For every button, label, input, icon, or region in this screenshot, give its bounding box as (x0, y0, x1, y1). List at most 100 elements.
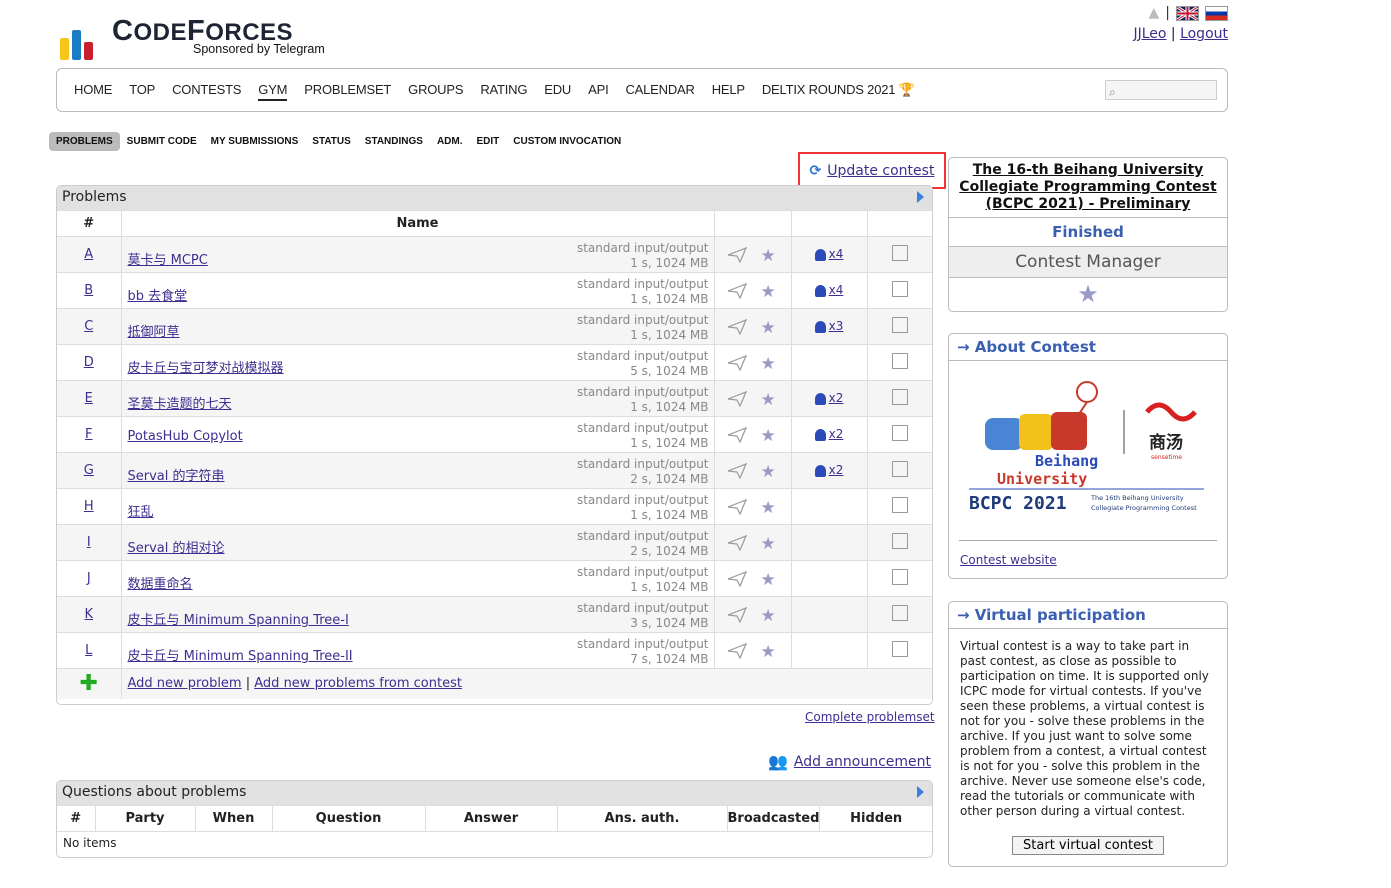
solved-count-link[interactable]: x2 (829, 427, 844, 441)
problem-id-link[interactable]: C (84, 319, 93, 334)
favorite-star-icon[interactable]: ★ (761, 426, 776, 446)
problem-id-link[interactable]: K (84, 607, 93, 622)
search-input[interactable]: ⌕ (1105, 80, 1217, 100)
problem-id-link[interactable]: H (84, 499, 94, 514)
update-contest-button[interactable]: ⟳ Update contest (798, 152, 946, 189)
problem-name-link[interactable]: 圣莫卡造题的七天 (128, 393, 232, 412)
problem-name-link[interactable]: 莫卡与 MCPC (128, 249, 208, 268)
send-icon[interactable] (727, 499, 747, 515)
menu-groups[interactable]: GROUPS (408, 82, 463, 101)
send-icon[interactable] (727, 283, 747, 299)
favorite-star-icon[interactable]: ★ (761, 318, 776, 338)
problem-name-link[interactable]: 皮卡丘与 Minimum Spanning Tree-I (128, 609, 349, 628)
problem-id-link[interactable]: B (84, 283, 93, 298)
send-icon[interactable] (727, 355, 747, 371)
favorite-star-icon[interactable]: ★ (761, 282, 776, 302)
solved-count-link[interactable]: x3 (829, 319, 844, 333)
favorite-star-icon[interactable]: ★ (761, 498, 776, 518)
edit-icon[interactable] (891, 280, 908, 297)
problem-id-link[interactable]: J (87, 571, 91, 586)
send-icon[interactable] (727, 247, 747, 263)
send-icon[interactable] (727, 391, 747, 407)
favorite-star-icon[interactable]: ★ (761, 462, 776, 482)
solved-count-link[interactable]: x2 (829, 391, 844, 405)
russian-flag-icon[interactable] (1205, 5, 1228, 21)
submenu-standings[interactable]: STANDINGS (358, 132, 430, 151)
english-flag-icon[interactable] (1176, 5, 1199, 21)
menu-home[interactable]: HOME (74, 82, 112, 101)
problem-name-link[interactable]: Serval 的字符串 (128, 465, 225, 484)
edit-icon[interactable] (891, 568, 908, 585)
problem-name-link[interactable]: 皮卡丘与宝可梦对战模拟器 (128, 357, 284, 376)
solved-count-link[interactable]: x2 (829, 463, 844, 477)
submenu-edit[interactable]: EDIT (470, 132, 507, 151)
solved-count-link[interactable]: x4 (829, 283, 844, 297)
add-announcement-link[interactable]: Add announcement (794, 754, 931, 770)
add-problem-plus-icon[interactable]: ✚ (80, 671, 98, 696)
edit-icon[interactable] (891, 460, 908, 477)
send-icon[interactable] (727, 571, 747, 587)
edit-icon[interactable] (891, 496, 908, 513)
send-icon[interactable] (727, 607, 747, 623)
send-icon[interactable] (727, 319, 747, 335)
expand-arrow-icon[interactable] (917, 191, 924, 203)
problem-id-link[interactable]: L (85, 643, 92, 658)
menu-contests[interactable]: CONTESTS (172, 82, 241, 101)
problem-name-link[interactable]: 数据重命名 (128, 573, 193, 592)
edit-icon[interactable] (891, 604, 908, 621)
solved-count-link[interactable]: x4 (829, 247, 844, 261)
edit-icon[interactable] (891, 532, 908, 549)
edit-icon[interactable] (891, 424, 908, 441)
problem-name-link[interactable]: 皮卡丘与 Minimum Spanning Tree-II (128, 645, 353, 664)
send-icon[interactable] (727, 427, 747, 443)
edit-icon[interactable] (891, 244, 908, 261)
menu-edu[interactable]: EDU (544, 82, 571, 101)
problem-id-link[interactable]: F (85, 427, 92, 442)
favorite-star-icon[interactable]: ★ (761, 354, 776, 374)
favorite-star-icon[interactable]: ★ (761, 606, 776, 626)
submenu-status[interactable]: STATUS (305, 132, 358, 151)
submenu-custom-invocation[interactable]: CUSTOM INVOCATION (506, 132, 628, 151)
favorite-star-icon[interactable]: ★ (761, 246, 776, 266)
problem-id-link[interactable]: G (84, 463, 94, 478)
contest-website-link[interactable]: Contest website (960, 553, 1057, 567)
favorite-star-icon[interactable]: ★ (949, 278, 1227, 308)
menu-top[interactable]: TOP (129, 82, 155, 101)
edit-icon[interactable] (891, 352, 908, 369)
submenu-problems[interactable]: PROBLEMS (49, 132, 120, 151)
favorite-star-icon[interactable]: ★ (761, 390, 776, 410)
menu-calendar[interactable]: CALENDAR (625, 82, 694, 101)
problem-name-link[interactable]: Serval 的相对论 (128, 537, 225, 556)
problem-id-link[interactable]: I (87, 535, 91, 550)
problem-name-link[interactable]: 抵御阿草 (128, 321, 180, 340)
send-icon[interactable] (727, 535, 747, 551)
complete-problemset-link[interactable]: Complete problemset (805, 710, 935, 724)
favorite-star-icon[interactable]: ★ (761, 534, 776, 554)
problem-name-link[interactable]: PotasHub Copylot (128, 429, 243, 444)
submenu-adm[interactable]: ADM. (430, 132, 470, 151)
edit-icon[interactable] (891, 316, 908, 333)
menu-rating[interactable]: RATING (480, 82, 527, 101)
bell-icon[interactable]: ▲ (1149, 5, 1160, 21)
menu-help[interactable]: HELP (712, 82, 745, 101)
expand-arrow-icon[interactable] (917, 786, 924, 798)
add-new-problem-link[interactable]: Add new problem (128, 676, 242, 691)
send-icon[interactable] (727, 463, 747, 479)
favorite-star-icon[interactable]: ★ (761, 570, 776, 590)
update-contest-link[interactable]: Update contest (827, 163, 934, 179)
menu-api[interactable]: API (588, 82, 609, 101)
problem-id-link[interactable]: D (84, 355, 94, 370)
favorite-star-icon[interactable]: ★ (761, 642, 776, 662)
problem-id-link[interactable]: E (85, 391, 93, 406)
add-problems-from-contest-link[interactable]: Add new problems from contest (254, 676, 462, 691)
problem-id-link[interactable]: A (84, 247, 93, 262)
contest-title-link[interactable]: The 16-th Beihang University Collegiate … (959, 162, 1216, 212)
send-icon[interactable] (727, 643, 747, 659)
problem-name-link[interactable]: bb 去食堂 (128, 285, 188, 304)
logout-link[interactable]: Logout (1180, 26, 1228, 42)
problem-name-link[interactable]: 狂乱 (128, 501, 154, 520)
menu-gym[interactable]: GYM (258, 82, 287, 101)
edit-icon[interactable] (891, 388, 908, 405)
menu-deltix[interactable]: DELTIX ROUNDS 2021 🏆 (762, 82, 915, 101)
codeforces-logo[interactable]: CODEFORCES Sponsored by Telegram (60, 10, 340, 60)
